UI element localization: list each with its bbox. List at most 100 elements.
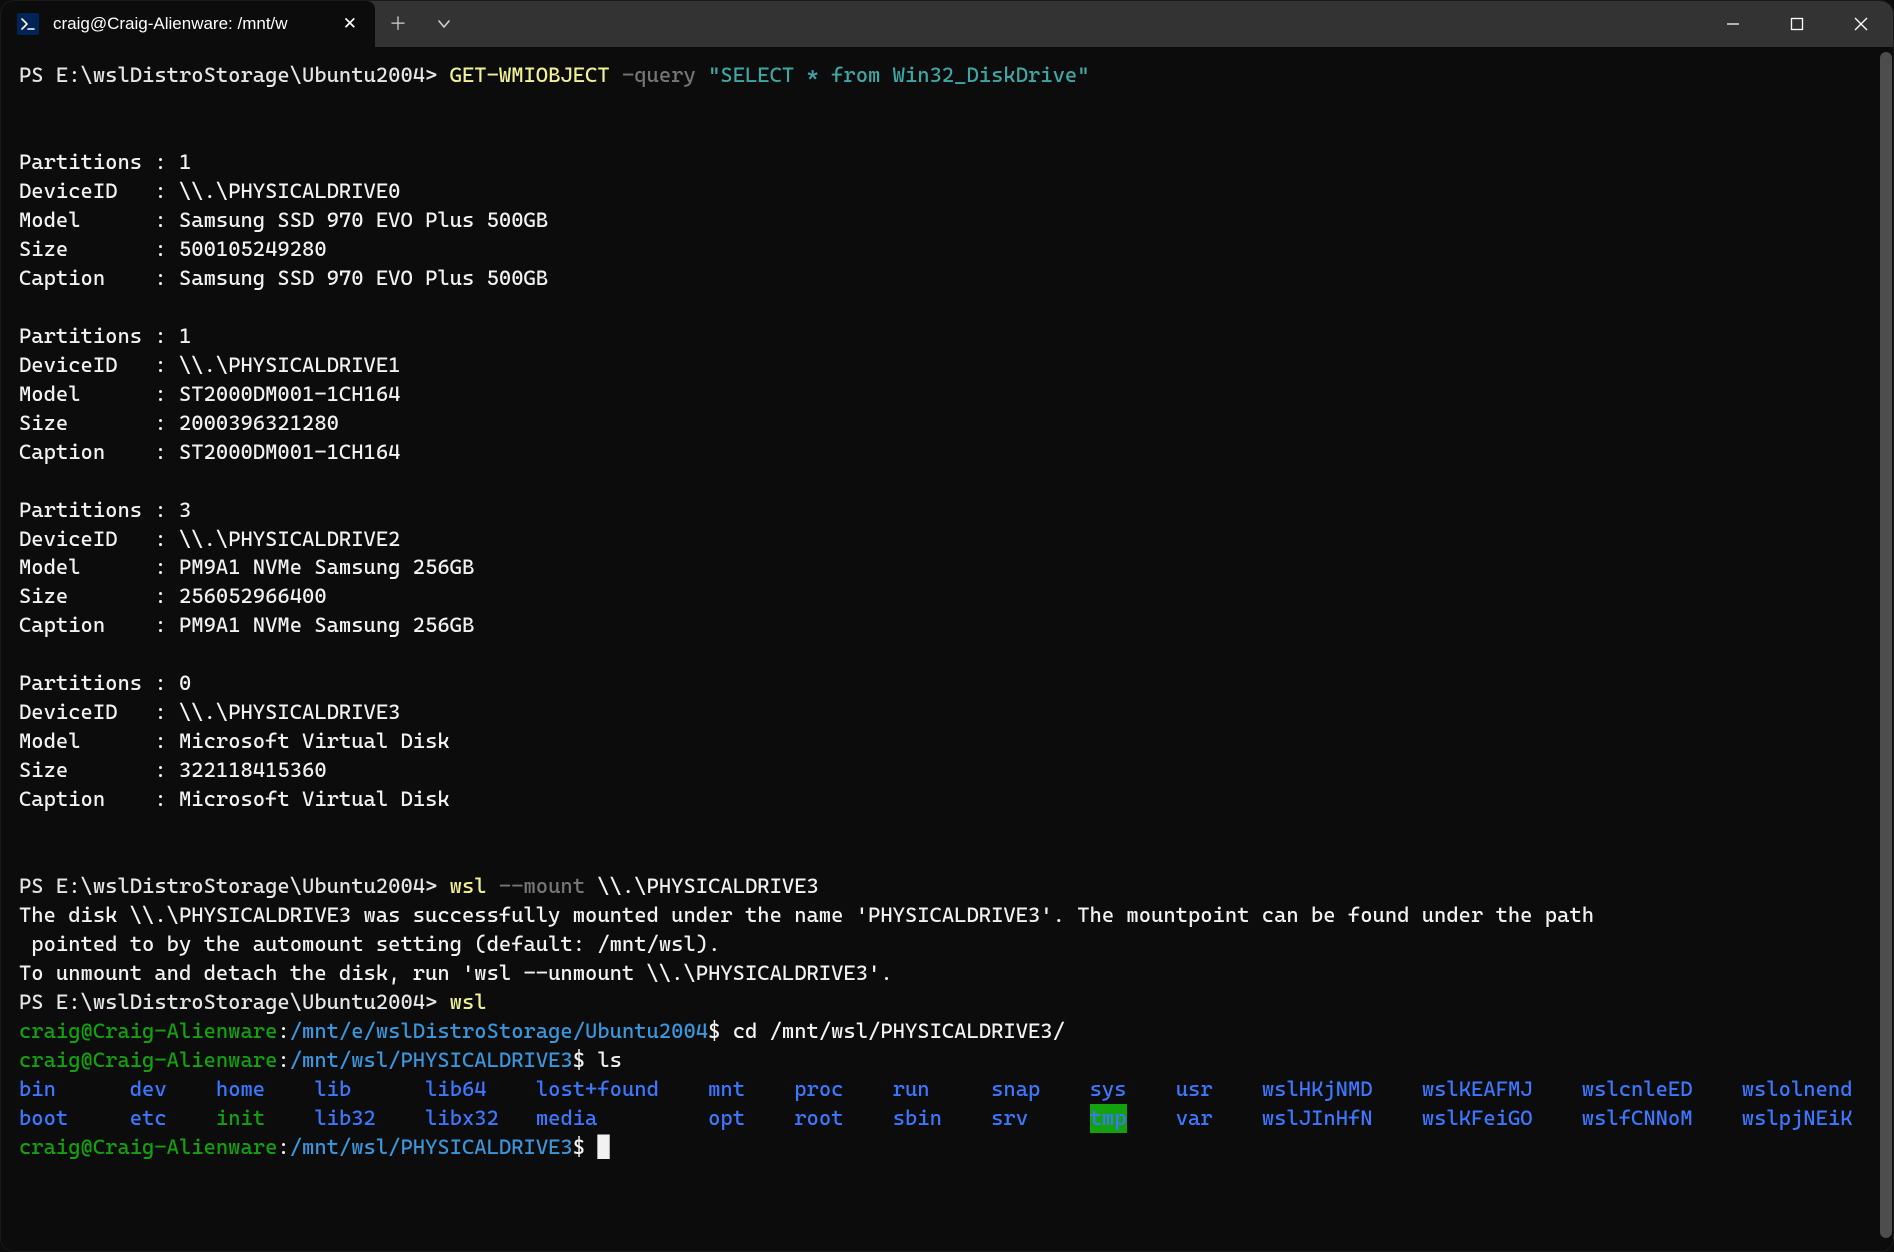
colon: : xyxy=(277,1019,289,1043)
wmi-field-label: Size : xyxy=(19,237,179,261)
wmi-field-label: Model : xyxy=(19,208,179,232)
wmi-field-label: Caption : xyxy=(19,613,179,637)
terminal-tab[interactable]: craig@Craig-Alienware: /mnt/w ✕ xyxy=(1,1,375,47)
tab-dropdown-button[interactable] xyxy=(421,1,467,47)
colon: : xyxy=(277,1135,289,1159)
wmi-field-value: 3 xyxy=(179,498,191,522)
ls-entry: lib64 xyxy=(425,1075,487,1104)
output-line: To unmount and detach the disk, run 'wsl… xyxy=(19,961,893,985)
wmi-field-value: Samsung SSD 970 EVO Plus 500GB xyxy=(179,266,548,290)
wmi-field-value: PM9A1 NVMe Samsung 256GB xyxy=(179,555,474,579)
ls-entry: tmp xyxy=(1090,1104,1127,1133)
ls-entry: wslKEAFMJ xyxy=(1422,1075,1533,1104)
ls-entry: wslHKjNMD xyxy=(1262,1075,1373,1104)
wmi-field-value: \\.\PHYSICALDRIVE1 xyxy=(179,353,400,377)
bash-user: craig@Craig-Alienware xyxy=(19,1019,277,1043)
wmi-field-value: 1 xyxy=(179,150,191,174)
wmi-field-label: Caption : xyxy=(19,440,179,464)
cmd-arg: "SELECT * from Win32_DiskDrive" xyxy=(708,63,1089,87)
ls-entry: bin xyxy=(19,1075,56,1104)
wmi-field-value: Microsoft Virtual Disk xyxy=(179,729,450,753)
tab-title: craig@Craig-Alienware: /mnt/w xyxy=(53,12,329,35)
ls-entry: etc xyxy=(130,1104,167,1133)
wmi-field-label: Model : xyxy=(19,555,179,579)
ps-prompt: PS E:\wslDistroStorage\Ubuntu2004> xyxy=(19,63,450,87)
bash-user: craig@Craig-Alienware xyxy=(19,1048,277,1072)
bash-path: /mnt/wsl/PHYSICALDRIVE3 xyxy=(290,1135,573,1159)
cursor: █ xyxy=(597,1135,609,1159)
wmi-field-label: Partitions : xyxy=(19,150,179,174)
ls-entry: run xyxy=(893,1075,930,1104)
output-line: The disk \\.\PHYSICALDRIVE3 was successf… xyxy=(19,903,1594,927)
ps-prompt: PS E:\wslDistroStorage\Ubuntu2004> xyxy=(19,990,450,1014)
colon: : xyxy=(277,1048,289,1072)
ps-prompt: PS E:\wslDistroStorage\Ubuntu2004> xyxy=(19,874,450,898)
wmi-field-label: DeviceID : xyxy=(19,527,179,551)
wmi-field-label: Size : xyxy=(19,584,179,608)
ls-entry: snap xyxy=(991,1075,1040,1104)
ls-entry: mnt xyxy=(708,1075,745,1104)
terminal-area[interactable]: PS E:\wslDistroStorage\Ubuntu2004> GET-W… xyxy=(1,47,1893,1251)
minimize-button[interactable] xyxy=(1701,1,1765,47)
scrollbar-thumb[interactable] xyxy=(1880,52,1892,1238)
ls-entry: dev xyxy=(130,1075,167,1104)
bash-path: /mnt/wsl/PHYSICALDRIVE3 xyxy=(290,1048,573,1072)
ls-entry: opt xyxy=(708,1104,745,1133)
ls-entry: wslJInHfN xyxy=(1262,1104,1373,1133)
wmi-field-value: 1 xyxy=(179,324,191,348)
ls-entry: wslcnleED xyxy=(1582,1075,1693,1104)
ls-entry: init xyxy=(216,1104,265,1133)
ls-entry: lib32 xyxy=(314,1104,376,1133)
bash-path: /mnt/e/wslDistroStorage/Ubuntu2004 xyxy=(290,1019,708,1043)
wmi-field-value: 0 xyxy=(179,671,191,695)
close-button[interactable] xyxy=(1829,1,1893,47)
wmi-field-label: Partitions : xyxy=(19,671,179,695)
ls-entry: wslolnend xyxy=(1742,1075,1853,1104)
titlebar-remainder: ＋ xyxy=(375,1,1893,47)
ls-entry: proc xyxy=(794,1075,843,1104)
ls-entry: sys xyxy=(1090,1075,1127,1104)
ls-entry: srv xyxy=(991,1104,1028,1133)
ls-entry: wslfCNNoM xyxy=(1582,1104,1693,1133)
wmi-field-label: DeviceID : xyxy=(19,700,179,724)
ls-entry: home xyxy=(216,1075,265,1104)
wmi-field-label: Partitions : xyxy=(19,498,179,522)
wmi-field-value: 500105249280 xyxy=(179,237,327,261)
bash-command: cd /mnt/wsl/PHYSICALDRIVE3/ xyxy=(733,1019,1065,1043)
wmi-field-label: DeviceID : xyxy=(19,179,179,203)
wmi-field-label: Partitions : xyxy=(19,324,179,348)
ls-entry: media xyxy=(536,1104,598,1133)
wmi-field-value: PM9A1 NVMe Samsung 256GB xyxy=(179,613,474,637)
wmi-field-value: \\.\PHYSICALDRIVE3 xyxy=(179,700,400,724)
bash-user: craig@Craig-Alienware xyxy=(19,1135,277,1159)
bash-command: ls xyxy=(597,1048,622,1072)
ls-entry: var xyxy=(1176,1104,1213,1133)
ls-entry: usr xyxy=(1176,1075,1213,1104)
ls-entry: wslpjNEiK xyxy=(1742,1104,1853,1133)
wmi-field-label: Caption : xyxy=(19,787,179,811)
wmi-field-value: 322118415360 xyxy=(179,758,327,782)
new-tab-button[interactable]: ＋ xyxy=(375,1,421,47)
ls-entry: boot xyxy=(19,1104,68,1133)
powershell-icon xyxy=(17,13,39,35)
cmd: wsl xyxy=(450,874,499,898)
wmi-field-label: Size : xyxy=(19,758,179,782)
wmi-field-value: \\.\PHYSICALDRIVE0 xyxy=(179,179,400,203)
wmi-field-value: \\.\PHYSICALDRIVE2 xyxy=(179,527,400,551)
dollar: $ xyxy=(708,1019,733,1043)
tab-close-button[interactable]: ✕ xyxy=(343,12,357,35)
ls-entry: lost+found xyxy=(536,1075,659,1104)
scrollbar[interactable] xyxy=(1880,52,1892,1238)
ls-entry: libx32 xyxy=(425,1104,499,1133)
wmi-field-label: DeviceID : xyxy=(19,353,179,377)
wmi-field-value: Microsoft Virtual Disk xyxy=(179,787,450,811)
maximize-button[interactable] xyxy=(1765,1,1829,47)
wmi-field-label: Size : xyxy=(19,411,179,435)
output-line: pointed to by the automount setting (def… xyxy=(19,932,720,956)
wmi-field-value: 2000396321280 xyxy=(179,411,339,435)
dollar: $ xyxy=(573,1135,598,1159)
cmd: GET-WMIOBJECT xyxy=(450,63,622,87)
wmi-field-value: Samsung SSD 970 EVO Plus 500GB xyxy=(179,208,548,232)
wmi-field-label: Model : xyxy=(19,729,179,753)
cmd: wsl xyxy=(450,990,487,1014)
